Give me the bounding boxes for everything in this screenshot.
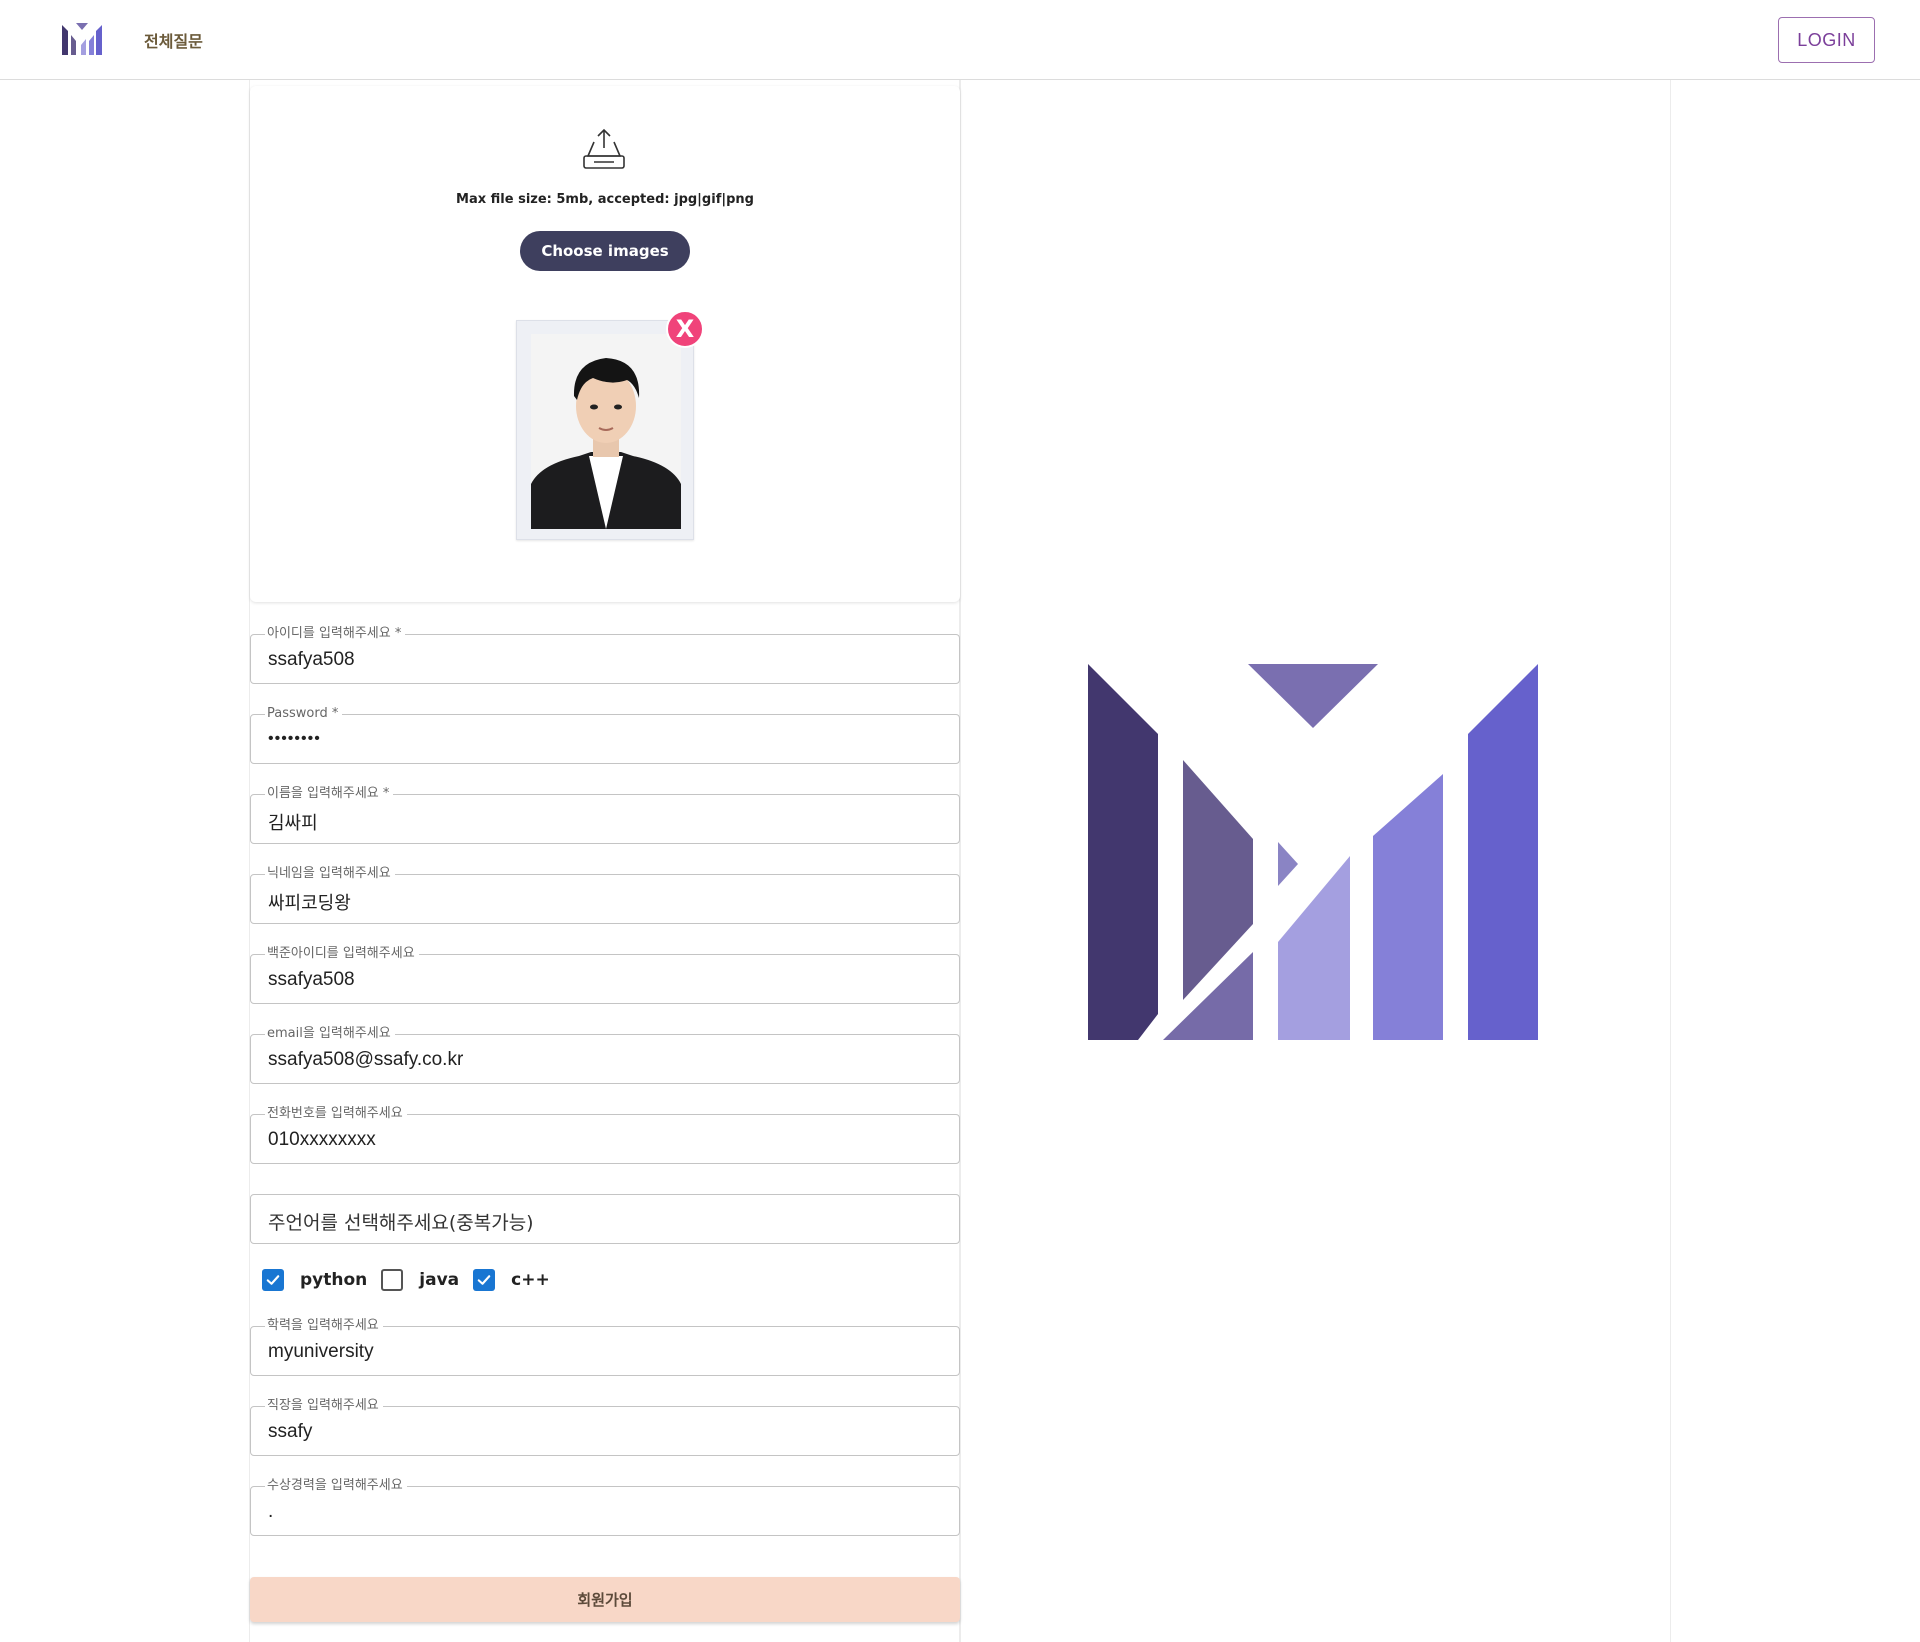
upload-tray-icon (583, 128, 625, 169)
remove-image-button[interactable]: X (666, 310, 704, 348)
upload-hint: Max file size: 5mb, accepted: jpg|gif|pn… (456, 192, 754, 207)
checkbox-unchecked-icon[interactable] (381, 1269, 404, 1291)
signup-submit-button[interactable]: 회원가입 (250, 1577, 960, 1622)
checkbox-python[interactable]: python (262, 1269, 367, 1291)
logo-icon[interactable] (62, 21, 102, 57)
checkbox-checked-icon[interactable] (473, 1269, 496, 1291)
name-field-label: 이름을 입력해주세요 * (265, 786, 394, 802)
top-navbar: 전체질문 LOGIN (0, 0, 1920, 80)
id-field-label: 아이디를 입력해주세요 * (265, 626, 406, 642)
education-field-value: myuniversity (268, 1341, 374, 1362)
checkbox-checked-icon[interactable] (262, 1269, 284, 1291)
image-upload-card: Max file size: 5mb, accepted: jpg|gif|pn… (250, 86, 960, 602)
education-field[interactable]: 학력을 입력해주세요 myuniversity (250, 1318, 960, 1376)
baekjoon-id-field-label: 백준아이디를 입력해주세요 (265, 946, 419, 962)
name-field[interactable]: 이름을 입력해주세요 * 김싸피 (250, 786, 960, 844)
main-language-placeholder: 주언어를 선택해주세요(중복가능) (268, 1212, 534, 1234)
image-preview (516, 320, 694, 540)
phone-field-label: 전화번호를 입력해주세요 (265, 1106, 407, 1122)
email-field[interactable]: email을 입력해주세요 ssafya508@ssafy.co.kr (250, 1026, 960, 1084)
awards-field-value: . (268, 1501, 274, 1522)
main-language-select[interactable]: 주언어를 선택해주세요(중복가능) (250, 1194, 960, 1244)
email-field-label: email을 입력해주세요 (265, 1026, 395, 1042)
login-button[interactable]: LOGIN (1778, 17, 1875, 63)
job-field[interactable]: 직장을 입력해주세요 ssafy (250, 1398, 960, 1456)
baekjoon-id-field[interactable]: 백준아이디를 입력해주세요 ssafya508 (250, 946, 960, 1004)
checkbox-java-label: java (419, 1270, 460, 1290)
profile-photo (531, 334, 681, 529)
checkbox-java[interactable]: java (381, 1269, 459, 1291)
name-field-value: 김싸피 (268, 813, 318, 834)
id-field[interactable]: 아이디를 입력해주세요 * ssafya508 (250, 626, 960, 684)
job-field-value: ssafy (268, 1421, 313, 1442)
phone-field[interactable]: 전화번호를 입력해주세요 010xxxxxxxx (250, 1106, 960, 1164)
baekjoon-id-field-value: ssafya508 (268, 969, 355, 990)
awards-field[interactable]: 수상경력을 입력해주세요 . (250, 1478, 960, 1536)
email-field-value: ssafya508@ssafy.co.kr (268, 1049, 464, 1070)
job-field-label: 직장을 입력해주세요 (265, 1398, 383, 1414)
phone-field-value: 010xxxxxxxx (268, 1129, 376, 1150)
checkbox-cpp[interactable]: c++ (473, 1269, 550, 1291)
language-checkboxes: python java c++ (262, 1265, 564, 1295)
checkbox-cpp-label: c++ (511, 1270, 550, 1290)
checkbox-python-label: python (300, 1270, 368, 1290)
password-field-value: •••••••• (268, 730, 321, 747)
choose-images-button[interactable]: Choose images (520, 231, 690, 271)
password-field-label: Password * (265, 706, 343, 722)
nav-all-questions[interactable]: 전체질문 (144, 28, 203, 52)
awards-field-label: 수상경력을 입력해주세요 (265, 1478, 407, 1494)
id-field-value: ssafya508 (268, 649, 355, 670)
brand-logo-large (1088, 664, 1538, 1040)
password-field[interactable]: Password * •••••••• (250, 706, 960, 764)
nickname-field-label: 닉네임을 입력해주세요 (265, 866, 395, 882)
education-field-label: 학력을 입력해주세요 (265, 1318, 383, 1334)
nickname-field[interactable]: 닉네임을 입력해주세요 싸피코딩왕 (250, 866, 960, 924)
nickname-field-value: 싸피코딩왕 (268, 893, 351, 914)
